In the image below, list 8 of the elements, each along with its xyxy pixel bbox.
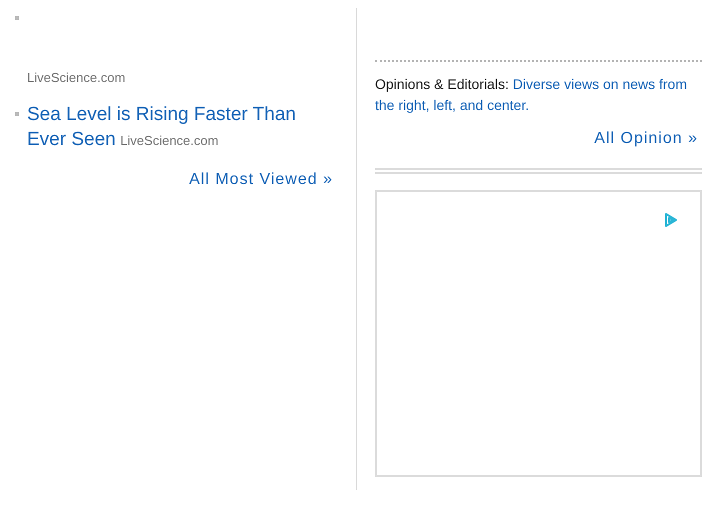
opinion-text: Opinions & Editorials: Diverse views on news from the right, left, and center. (375, 75, 688, 115)
all-most-viewed-link[interactable]: All Most Viewed » (189, 171, 333, 189)
all-opinion-link[interactable]: All Opinion » (594, 130, 698, 148)
ad-choices-icon[interactable] (664, 212, 678, 228)
bullet-icon (15, 16, 19, 20)
bullet-icon (15, 112, 19, 116)
headline-item[interactable]: Sea Level is Rising Faster Than Ever Seen LiveScience.com (27, 103, 333, 153)
news-source: LiveScience.com (27, 70, 126, 85)
